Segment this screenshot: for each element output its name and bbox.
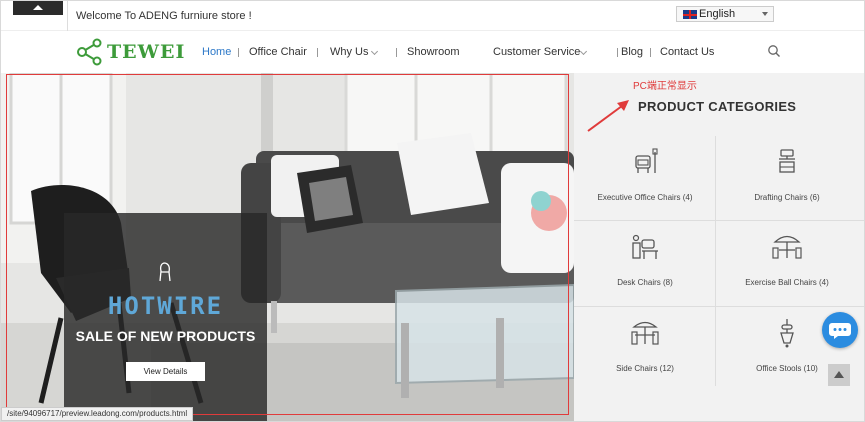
chevron-down-icon <box>762 12 768 16</box>
nav-item-customer-service[interactable]: Customer Service <box>493 46 580 58</box>
chat-bubble-icon <box>829 323 851 339</box>
drafting-chair-icon <box>779 149 795 173</box>
scroll-to-top-button[interactable] <box>828 364 850 386</box>
language-label: English <box>699 8 736 20</box>
nav-divider <box>317 48 318 57</box>
chat-button[interactable] <box>822 312 858 348</box>
arrow-annotation-icon <box>587 100 629 132</box>
collapse-tab[interactable] <box>13 1 63 15</box>
executive-chair-icon <box>635 148 658 173</box>
promo-title: HOTWIRE <box>107 292 224 320</box>
promo-card: HOTWIRE SALE OF NEW PRODUCTS View Detail… <box>64 213 267 421</box>
category-label: Desk Chairs (8) <box>617 278 673 287</box>
nav-item-blog[interactable]: Blog <box>621 46 643 58</box>
category-label: Side Chairs (12) <box>616 364 674 373</box>
category-drafting-chairs[interactable]: Drafting Chairs (6) <box>716 136 858 221</box>
annotation-note: PC端正常显示 <box>633 81 697 92</box>
category-label: Exercise Ball Chairs (4) <box>745 278 829 287</box>
nav-item-home[interactable]: Home <box>202 46 231 58</box>
language-select[interactable]: English <box>676 6 774 22</box>
share-nodes-icon <box>77 38 102 66</box>
category-desk-chairs[interactable]: Desk Chairs (8) <box>574 221 716 306</box>
nav-item-contact-us[interactable]: Contact Us <box>660 46 714 58</box>
patio-table-icon <box>631 321 659 345</box>
chevron-down-icon <box>579 47 588 56</box>
chair-outline-icon <box>159 262 171 282</box>
nav-item-showroom[interactable]: Showroom <box>407 46 460 58</box>
site-logo[interactable]: TEWEI <box>76 37 185 67</box>
caret-up-icon <box>33 5 43 10</box>
brand-name: TEWEI <box>107 41 186 63</box>
category-label: Drafting Chairs (6) <box>754 193 820 202</box>
arrow-up-icon <box>834 371 844 378</box>
stool-icon <box>780 319 794 348</box>
nav-divider <box>396 48 397 57</box>
view-details-button[interactable]: View Details <box>126 362 205 381</box>
hero-banner: HOTWIRE SALE OF NEW PRODUCTS View Detail… <box>1 73 574 421</box>
status-bar-url: /site/94096717/preview.leadong.com/produ… <box>1 407 194 421</box>
browser-viewport: Welcome To ADENG furniure store ! Englis… <box>0 0 865 422</box>
nav-item-office-chair[interactable]: Office Chair <box>249 46 307 58</box>
umbrella-table-icon <box>772 235 802 259</box>
categories-title: PRODUCT CATEGORIES <box>638 99 797 114</box>
nav-divider <box>238 48 239 57</box>
nav-item-why-us[interactable]: Why Us <box>330 46 369 58</box>
search-icon[interactable] <box>767 44 781 58</box>
nav-divider <box>650 48 651 57</box>
category-executive-office-chairs[interactable]: Executive Office Chairs (4) <box>574 136 716 221</box>
category-side-chairs[interactable]: Side Chairs (12) <box>574 307 716 392</box>
main-nav: TEWEI Home Office Chair Why Us Showroom … <box>1 31 864 73</box>
category-exercise-ball-chairs[interactable]: Exercise Ball Chairs (4) <box>716 221 858 306</box>
category-label: Executive Office Chairs (4) <box>597 193 693 202</box>
nav-divider <box>617 48 618 57</box>
promo-subtitle: SALE OF NEW PRODUCTS <box>75 328 256 344</box>
welcome-message: Welcome To ADENG furniure store ! <box>67 1 252 31</box>
uk-flag-icon <box>683 10 697 19</box>
chevron-down-icon <box>370 47 379 56</box>
desk-chair-icon <box>632 234 658 259</box>
top-bar: Welcome To ADENG furniure store ! Englis… <box>1 1 864 31</box>
